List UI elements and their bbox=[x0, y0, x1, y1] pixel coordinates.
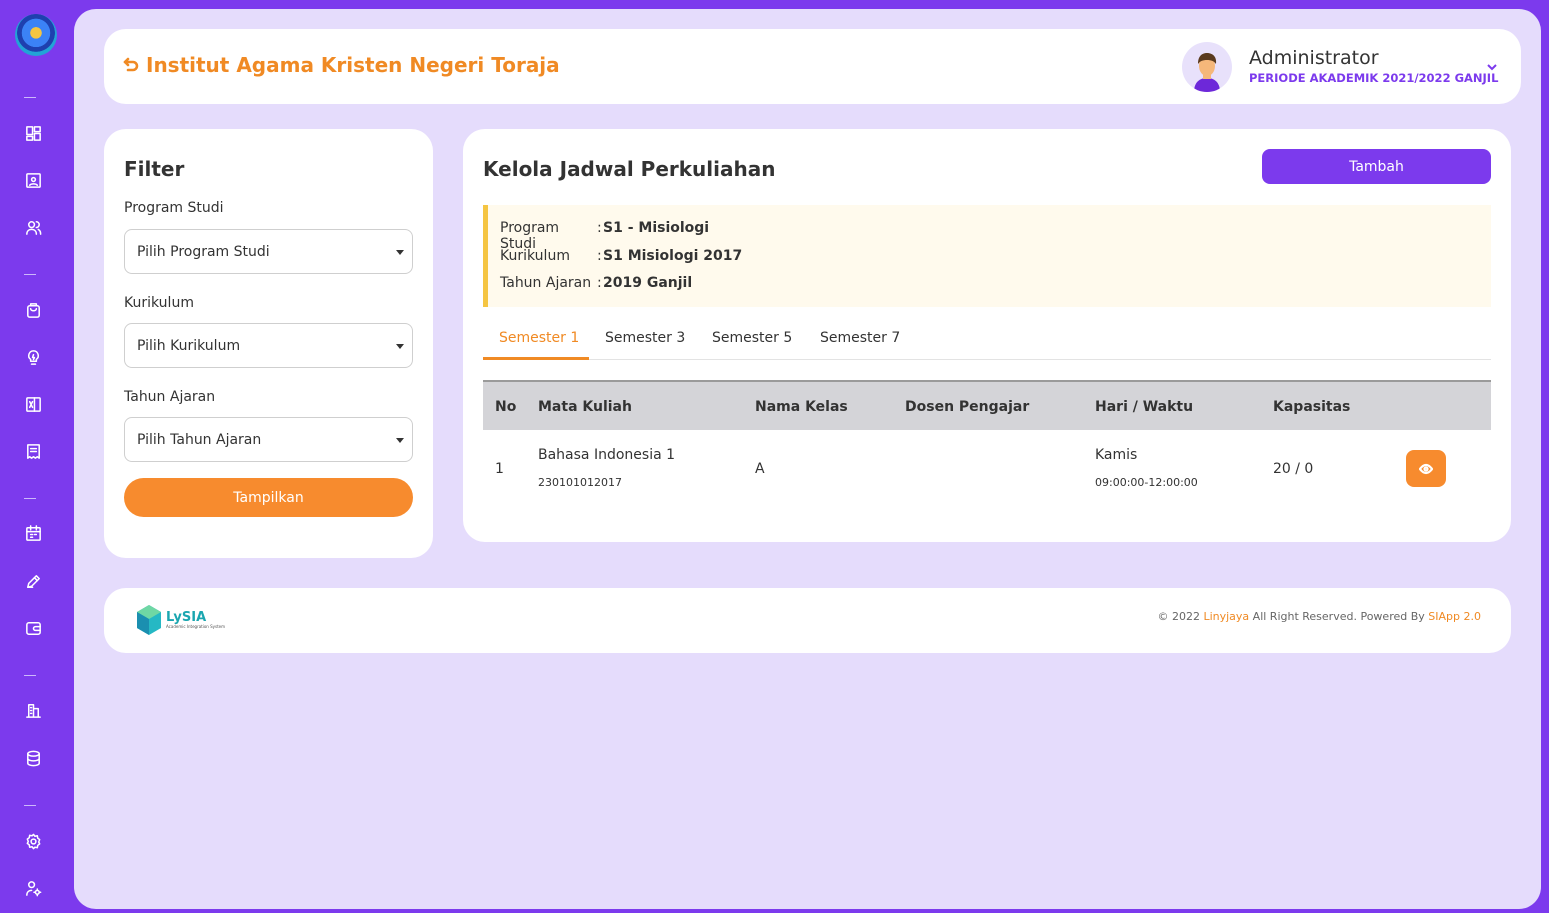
row-no: 1 bbox=[495, 461, 504, 477]
tab-semester-7[interactable]: Semester 7 bbox=[820, 330, 900, 346]
receipt-icon[interactable] bbox=[22, 440, 44, 462]
column-header: No bbox=[495, 399, 517, 415]
tab-semester-3[interactable]: Semester 3 bbox=[605, 330, 685, 346]
tahun-ajaran-label: Tahun Ajaran bbox=[124, 389, 216, 405]
dashboard-icon[interactable] bbox=[22, 122, 44, 144]
bag-icon[interactable] bbox=[22, 299, 44, 321]
lysia-logo: LySIA Academic Integration System bbox=[135, 604, 225, 636]
sidebar-divider bbox=[24, 805, 36, 806]
tab-semester-1[interactable]: Semester 1 bbox=[499, 330, 579, 346]
brand-name: LySIA bbox=[166, 610, 207, 625]
program-studi-value: Pilih Program Studi bbox=[137, 244, 270, 260]
copyright: © 2022 Linyjaya All Right Reserved. Powe… bbox=[1157, 610, 1481, 623]
column-header: Dosen Pengajar bbox=[905, 399, 1030, 415]
table-header: No Mata Kuliah Nama Kelas Dosen Pengajar… bbox=[483, 380, 1491, 430]
settings-icon[interactable] bbox=[22, 830, 44, 852]
active-tab-indicator bbox=[483, 357, 589, 360]
row-hari: Kamis bbox=[1095, 447, 1138, 463]
tahun-ajaran-select[interactable]: Pilih Tahun Ajaran bbox=[124, 417, 413, 462]
info-label: Tahun Ajaran bbox=[500, 275, 592, 291]
row-kapasitas: 20 / 0 bbox=[1273, 461, 1314, 477]
academic-period: PERIODE AKADEMIK 2021/2022 GANJIL bbox=[1249, 71, 1499, 85]
view-button[interactable] bbox=[1406, 450, 1446, 487]
filter-panel: Filter Program Studi Pilih Program Studi… bbox=[104, 129, 433, 558]
sidebar bbox=[0, 0, 74, 913]
semester-tabs: Semester 1 Semester 3 Semester 5 Semeste… bbox=[483, 323, 1491, 360]
excel-icon[interactable] bbox=[22, 393, 44, 415]
tab-semester-5[interactable]: Semester 5 bbox=[712, 330, 792, 346]
product-link[interactable]: SIApp 2.0 bbox=[1428, 610, 1481, 623]
chevron-down-icon[interactable] bbox=[1485, 59, 1499, 73]
caret-down-icon bbox=[396, 438, 404, 443]
info-label: Kurikulum bbox=[500, 248, 570, 264]
top-header: Institut Agama Kristen Negeri Toraja Adm… bbox=[104, 29, 1521, 104]
sidebar-divider bbox=[24, 274, 36, 275]
info-value: S1 Misiologi 2017 bbox=[603, 248, 743, 264]
user-name: Administrator bbox=[1249, 47, 1379, 69]
info-value: 2019 Ganjil bbox=[603, 275, 693, 291]
lightbulb-icon[interactable] bbox=[22, 346, 44, 368]
database-icon[interactable] bbox=[22, 747, 44, 769]
company-link[interactable]: Linyjaya bbox=[1203, 610, 1249, 623]
avatar[interactable] bbox=[1182, 42, 1232, 92]
wallet-icon[interactable] bbox=[22, 617, 44, 639]
row-mata-kuliah: Bahasa Indonesia 1 bbox=[538, 447, 676, 463]
sidebar-divider bbox=[24, 675, 36, 676]
user-settings-icon[interactable] bbox=[22, 877, 44, 899]
pencil-icon[interactable] bbox=[22, 570, 44, 592]
id-card-icon[interactable] bbox=[22, 169, 44, 191]
back-arrow-icon[interactable] bbox=[120, 55, 140, 75]
institution-title[interactable]: Institut Agama Kristen Negeri Toraja bbox=[120, 53, 560, 77]
caret-down-icon bbox=[396, 344, 404, 349]
program-studi-label: Program Studi bbox=[124, 200, 224, 216]
eye-icon bbox=[1419, 463, 1433, 474]
column-header: Mata Kuliah bbox=[538, 399, 632, 415]
sidebar-divider bbox=[24, 498, 36, 499]
column-header: Nama Kelas bbox=[755, 399, 848, 415]
info-row-tahun: Tahun Ajaran : 2019 Ganjil bbox=[500, 275, 692, 291]
calendar-icon[interactable] bbox=[22, 522, 44, 544]
info-box: Program Studi : S1 - Misiologi Kurikulum… bbox=[483, 205, 1491, 307]
schedule-panel: Kelola Jadwal Perkuliahan Tambah Program… bbox=[463, 129, 1511, 542]
institution-name: Institut Agama Kristen Negeri Toraja bbox=[146, 53, 560, 77]
filter-title: Filter bbox=[124, 157, 185, 181]
column-header: Kapasitas bbox=[1273, 399, 1351, 415]
sidebar-divider bbox=[24, 97, 36, 98]
hexagon-icon bbox=[137, 605, 161, 635]
copyright-text: All Right Reserved. Powered By bbox=[1252, 610, 1425, 623]
main-content: Institut Agama Kristen Negeri Toraja Adm… bbox=[74, 9, 1541, 909]
info-row-kurikulum: Kurikulum : S1 Misiologi 2017 bbox=[500, 248, 742, 264]
users-icon[interactable] bbox=[22, 216, 44, 238]
footer: LySIA Academic Integration System © 2022… bbox=[104, 588, 1511, 653]
add-button[interactable]: Tambah bbox=[1262, 149, 1491, 184]
building-icon[interactable] bbox=[22, 699, 44, 721]
copyright-prefix: © 2022 bbox=[1157, 610, 1200, 623]
row-kelas: A bbox=[755, 461, 765, 477]
institution-logo[interactable] bbox=[15, 14, 57, 56]
kurikulum-select[interactable]: Pilih Kurikulum bbox=[124, 323, 413, 368]
row-waktu: 09:00:00-12:00:00 bbox=[1095, 476, 1198, 489]
kurikulum-label: Kurikulum bbox=[124, 295, 194, 311]
tahun-ajaran-value: Pilih Tahun Ajaran bbox=[137, 432, 262, 448]
row-kode: 230101012017 bbox=[538, 476, 622, 489]
caret-down-icon bbox=[396, 250, 404, 255]
brand-subtitle: Academic Integration System bbox=[166, 624, 226, 629]
program-studi-select[interactable]: Pilih Program Studi bbox=[124, 229, 413, 274]
kurikulum-value: Pilih Kurikulum bbox=[137, 338, 241, 354]
page-title: Kelola Jadwal Perkuliahan bbox=[483, 157, 776, 181]
column-header: Hari / Waktu bbox=[1095, 399, 1194, 415]
tampilkan-button[interactable]: Tampilkan bbox=[124, 478, 413, 517]
